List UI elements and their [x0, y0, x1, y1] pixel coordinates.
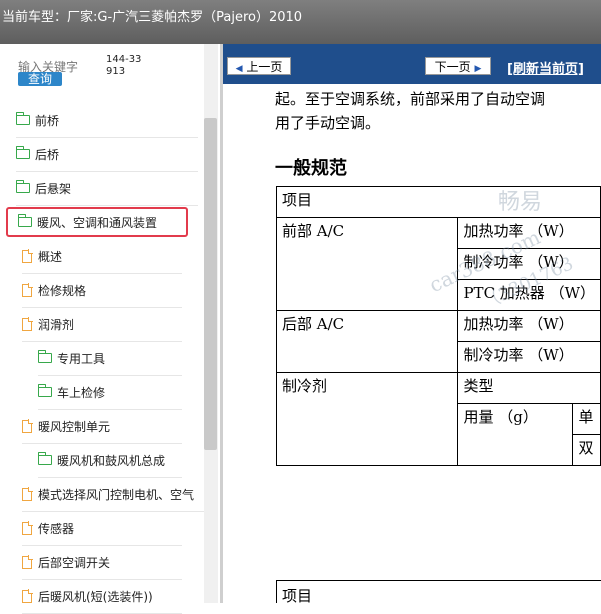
- window-title: 当前车型：厂家:G-广汽三菱帕杰罗（Pajero）2010: [2, 6, 302, 25]
- folder-icon: [16, 149, 30, 159]
- document-icon: [22, 522, 32, 535]
- tree-item-special-tools[interactable]: 专用工具: [38, 341, 182, 376]
- folder-icon: [16, 115, 30, 125]
- folder-icon: [16, 183, 30, 193]
- tree-item-rear-axle[interactable]: 后桥: [16, 137, 198, 172]
- document-icon: [22, 488, 32, 501]
- prev-page-button[interactable]: ◀ 上一页: [227, 57, 291, 75]
- paragraph-line: 用了手动空调。: [275, 112, 380, 133]
- document-icon: [22, 556, 32, 569]
- arrow-left-icon: ◀: [236, 64, 243, 74]
- table-header: 项目: [277, 581, 601, 604]
- watermark-text: 畅易: [498, 184, 542, 216]
- paragraph-line: 起。至于空调系统，前部采用了自动空调: [275, 88, 545, 109]
- tree-item-heater-control-unit[interactable]: 暖风控制单元: [22, 409, 182, 444]
- next-page-button[interactable]: 下一页 ▶: [425, 57, 491, 75]
- table-header: 项目: [277, 187, 601, 218]
- tree-item-rear-suspension[interactable]: 后悬架: [16, 171, 198, 206]
- document-icon: [22, 318, 32, 331]
- table-cell: 后部 A/C: [277, 311, 458, 373]
- table-cell: 加热功率 （W）: [458, 311, 601, 342]
- section-heading: 一般规范: [275, 154, 347, 180]
- folder-icon: [38, 455, 52, 465]
- tree-item-lubricants[interactable]: 润滑剂: [22, 307, 182, 342]
- document-icon: [22, 250, 32, 263]
- table-cell: 制冷剂: [277, 373, 458, 466]
- folder-icon: [38, 387, 52, 397]
- tree-item-sensors[interactable]: 传感器: [22, 511, 182, 546]
- tree-item-hvac[interactable]: 暖风、空调和通风装置: [6, 207, 188, 237]
- query-button[interactable]: 查询: [18, 72, 62, 86]
- code-text: 144-33913: [106, 54, 146, 78]
- tree-item-front-axle[interactable]: 前桥: [16, 103, 198, 138]
- tree-item-service-specs[interactable]: 检修规格: [22, 273, 182, 308]
- refresh-page-link[interactable]: [刷新当前页]: [507, 58, 584, 77]
- tree-item-rear-heater[interactable]: 后暖风机(短(选装件)): [22, 579, 182, 614]
- table-cell: 前部 A/C: [277, 218, 458, 311]
- tree-item-heater-blower-assembly[interactable]: 暖风机和鼓风机总成: [38, 443, 182, 478]
- document-icon: [22, 420, 32, 433]
- table-cell: 双: [573, 435, 601, 466]
- document-icon: [22, 284, 32, 297]
- document-icon: [22, 590, 32, 603]
- tree-item-overview[interactable]: 概述: [22, 239, 182, 274]
- table-cell: 用量 （g）: [458, 404, 573, 466]
- tree-item-on-vehicle-service[interactable]: 车上检修: [38, 375, 182, 410]
- title-bar: 当前车型：厂家:G-广汽三菱帕杰罗（Pajero）2010: [0, 0, 601, 44]
- tree-item-mode-damper-motor[interactable]: 模式选择风门控制电机、空气: [22, 477, 204, 512]
- arrow-right-icon: ▶: [474, 64, 481, 74]
- spec-table-2: 项目: [276, 580, 601, 603]
- spec-table: 项目 前部 A/C 加热功率 （W） 制冷功率 （W） PTC 加热器 （W） …: [276, 186, 601, 466]
- folder-icon: [38, 353, 52, 363]
- sidebar-scrollbar-thumb[interactable]: [204, 118, 217, 450]
- tree-item-rear-ac-switch[interactable]: 后部空调开关: [22, 545, 182, 580]
- table-cell: 单: [573, 404, 601, 435]
- table-cell: 制冷功率 （W）: [458, 342, 601, 373]
- folder-open-icon: [18, 217, 32, 227]
- document-content: 起。至于空调系统，前部采用了自动空调 用了手动空调。 一般规范 项目 前部 A/…: [223, 84, 601, 603]
- table-cell: 类型: [458, 373, 601, 404]
